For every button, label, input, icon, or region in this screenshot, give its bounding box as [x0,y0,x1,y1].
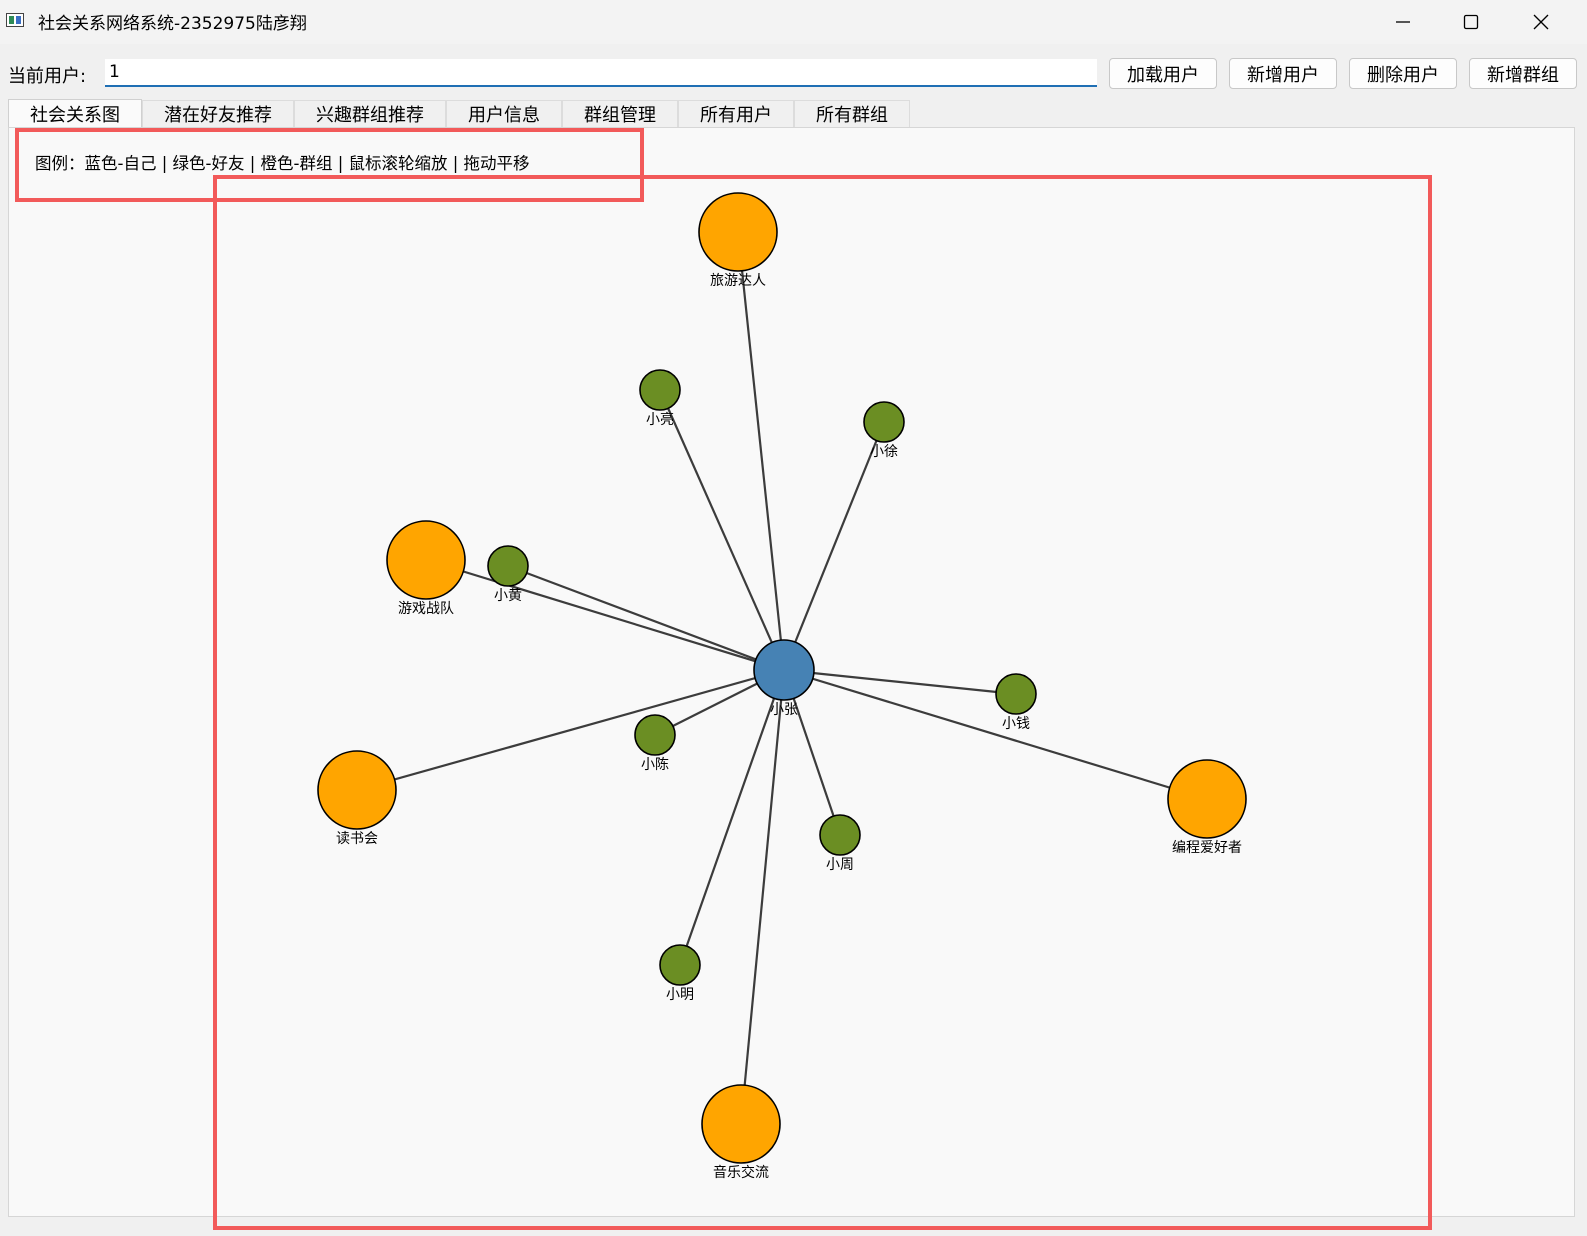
node-chen[interactable]: 小陈 [634,714,676,773]
edge-liang [658,389,786,671]
node-circle-travel[interactable] [698,192,778,272]
node-circle-music[interactable] [701,1084,781,1164]
node-label-liang: 小亮 [646,411,674,428]
node-label-reading: 读书会 [336,830,378,847]
node-gaming[interactable]: 游戏战队 [386,520,466,617]
edge-gaming [425,558,785,672]
nodes: 旅游达人小亮小徐游戏战队 小黄小钱小陈读书会编程爱好者小周小明音乐交流 小张 [317,192,1247,1181]
node-circle-huang[interactable] [487,545,529,587]
node-circle-zhang[interactable] [753,639,815,701]
node-qian[interactable]: 小钱 [995,673,1037,732]
node-circle-chen[interactable] [634,714,676,756]
node-circle-reading[interactable] [317,750,397,830]
node-circle-liang[interactable] [639,369,681,411]
node-label-zhang: 小张 [770,702,798,718]
node-ming[interactable]: 小明 [659,944,701,1003]
node-circle-gaming[interactable] [386,520,466,600]
node-music[interactable]: 音乐交流 [701,1084,781,1181]
node-label-huang: 小黄 [494,587,522,604]
edge-qian [783,668,1017,696]
node-coding[interactable]: 编程爱好者 [1167,759,1247,856]
node-circle-xu[interactable] [863,401,905,443]
node-circle-zhou[interactable] [819,814,861,856]
node-label-coding: 编程爱好者 [1172,840,1242,856]
node-label-ming: 小明 [666,987,694,1003]
edge-travel [736,231,786,671]
social-graph[interactable]: 旅游达人小亮小徐游戏战队 小黄小钱小陈读书会编程爱好者小周小明音乐交流 小张 [0,0,1587,1236]
edge-coding [783,668,1208,801]
edge-music [739,669,786,1125]
node-huang[interactable]: 小黄 [487,545,529,604]
node-label-music: 音乐交流 [713,1164,769,1181]
node-label-travel: 旅游达人 [710,273,766,289]
node-travel[interactable]: 旅游达人 [698,192,778,289]
edge-xu [782,421,886,671]
node-label-gaming: 游戏战队 [398,601,454,617]
node-label-qian: 小钱 [1002,716,1030,732]
node-reading[interactable]: 读书会 [317,750,397,847]
node-circle-coding[interactable] [1167,759,1247,839]
node-xu[interactable]: 小徐 [863,401,905,460]
node-label-xu: 小徐 [870,444,898,460]
node-zhou[interactable]: 小周 [819,814,861,873]
node-circle-ming[interactable] [659,944,701,986]
node-label-zhou: 小周 [826,857,854,873]
edge-huang [507,564,785,672]
node-label-chen: 小陈 [641,756,669,773]
edge-reading [356,668,785,792]
node-zhang[interactable]: 小张 [753,639,815,718]
node-circle-qian[interactable] [995,673,1037,715]
